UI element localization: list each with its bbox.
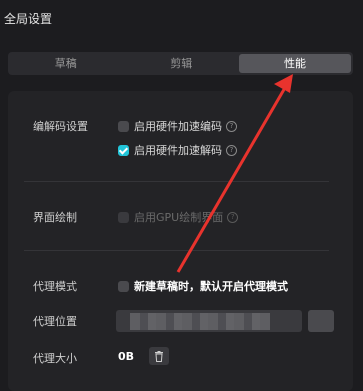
ui-render-label: 界面绘制 [33,211,77,224]
hw-encode-checkbox[interactable] [118,120,129,132]
proxy-size-label: 代理大小 [33,352,77,365]
help-icon[interactable]: ? [227,211,239,223]
trash-icon[interactable] [149,347,169,365]
divider [24,250,329,251]
window-title: 全局设置 [4,12,53,26]
codec-label: 编解码设置 [33,120,88,133]
tab-edit[interactable]: 剪辑 [124,52,240,75]
hw-decode-row[interactable]: 启用硬件加速解码 ? [118,142,237,158]
proxy-mode-label: 代理模式 [33,280,77,293]
proxy-mode-row[interactable]: 新建草稿时，默认开启代理模式 [118,278,288,294]
proxy-mode-checkbox[interactable] [118,280,129,292]
hw-encode-row[interactable]: 启用硬件加速编码 ? [118,118,237,134]
help-icon[interactable]: ? [226,120,237,132]
settings-tabs: 草稿 剪辑 性能 [8,52,353,75]
folder-icon[interactable] [308,310,334,332]
hw-decode-label: 启用硬件加速解码 [134,144,222,157]
tab-performance[interactable]: 性能 [239,54,351,73]
gpu-render-row: 启用GPU绘制界面 ? [118,209,239,225]
gpu-render-label: 启用GPU绘制界面 [134,211,224,224]
settings-panel [8,91,353,391]
help-icon[interactable]: ? [226,144,237,156]
proxy-mode-option-label: 新建草稿时，默认开启代理模式 [134,280,288,293]
tab-drafts[interactable]: 草稿 [8,52,124,75]
hw-decode-checkbox[interactable] [118,144,129,156]
proxy-path-value [130,313,270,330]
proxy-size-value: 0B [118,350,135,363]
divider [24,181,329,182]
gpu-render-checkbox [118,211,129,223]
hw-encode-label: 启用硬件加速编码 [134,120,222,133]
proxy-location-label: 代理位置 [33,315,77,328]
